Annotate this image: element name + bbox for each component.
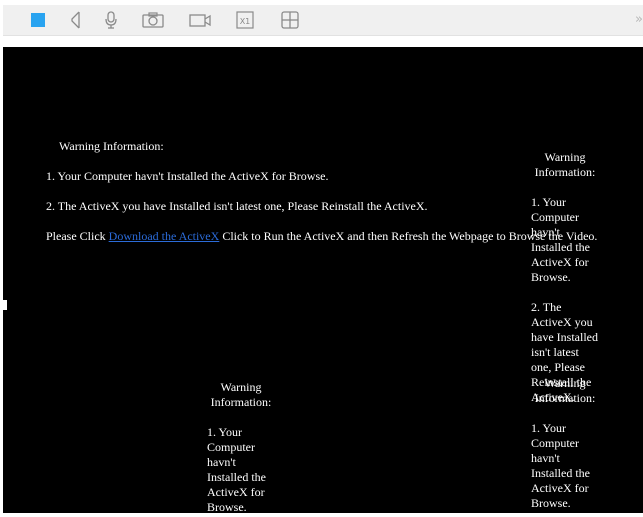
warning-right2-line-1: 1. Your Computer havn't Installed the Ac… [531, 421, 590, 510]
volume-icon[interactable] [66, 9, 84, 31]
warning-right-line-1: 1. Your Computer havn't Installed the Ac… [531, 195, 590, 284]
bottom-border [0, 513, 643, 517]
warning-right-title: Warning Information: [534, 150, 596, 179]
activex-warning-bottom: Warning Information: 1. Your Computer ha… [207, 380, 275, 513]
camera-icon[interactable] [141, 9, 165, 31]
activex-warning-main: Warning Information: 1. Your Computer ha… [46, 139, 597, 244]
warning-line-2: 2. The ActiveX you have Installed isn't … [46, 199, 428, 213]
stop-square-icon[interactable] [29, 9, 47, 31]
warning-right2-title: Warning Information: [534, 376, 596, 405]
activex-warning-right: Warning Information: 1. Your Computer ha… [531, 150, 599, 405]
video-toolbar: X1 » [3, 5, 643, 36]
download-activex-link[interactable]: Download the ActiveX [109, 229, 220, 243]
zoom-x1-icon[interactable]: X1 [234, 9, 256, 31]
microphone-icon[interactable] [102, 9, 120, 31]
warning-bottom-title: Warning Information: [210, 380, 272, 409]
warning-bottom-line-1: 1. Your Computer havn't Installed the Ac… [207, 425, 266, 513]
warning-line-3: Please Click Download the ActiveX Click … [46, 229, 597, 244]
resize-handle[interactable] [3, 300, 7, 310]
expand-toolbar-button[interactable]: » [635, 12, 643, 27]
video-viewport[interactable]: Warning Information: 1. Your Computer ha… [3, 47, 643, 513]
warning-title: Warning Information: [59, 139, 164, 153]
record-video-icon[interactable] [188, 9, 212, 31]
activex-warning-right-overlap: Warning Information: 1. Your Computer ha… [531, 376, 599, 511]
warning-line-1: 1. Your Computer havn't Installed the Ac… [46, 169, 329, 183]
zoom-x1-label: X1 [240, 17, 251, 26]
grid-layout-icon[interactable] [279, 9, 301, 31]
warning-line-3-prefix: Please Click [46, 229, 109, 243]
